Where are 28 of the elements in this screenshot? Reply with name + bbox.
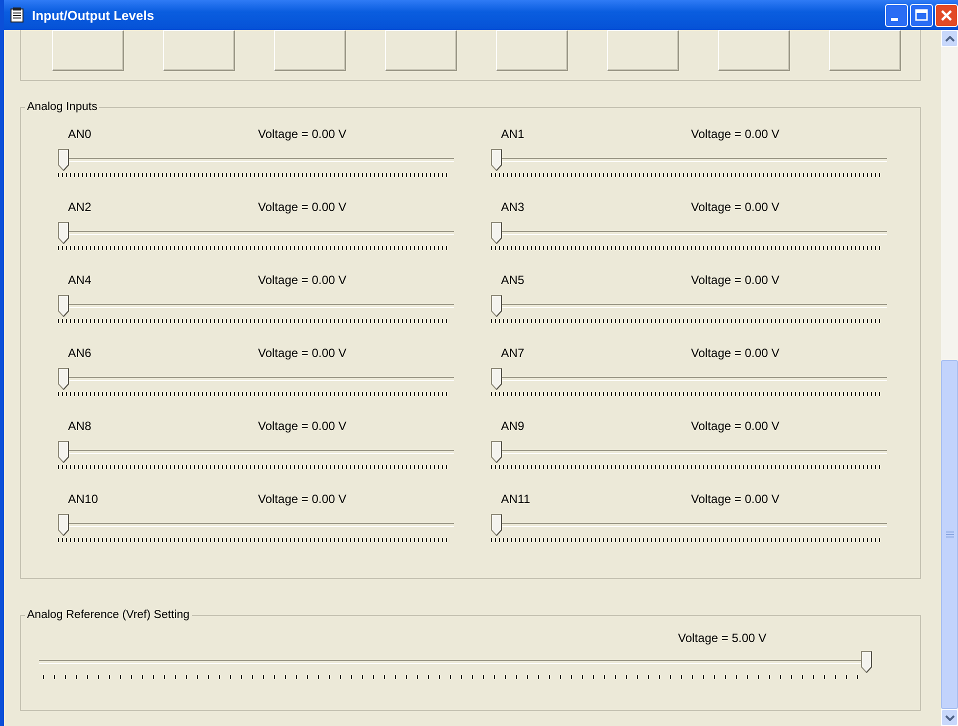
channel-label: AN2 <box>67 200 92 214</box>
voltage-reading: Voltage = 0.00 V <box>258 272 346 286</box>
channel-label: AN0 <box>67 126 92 140</box>
channel-label: AN10 <box>67 492 100 506</box>
channel-label: AN6 <box>67 346 92 360</box>
channel-label: AN8 <box>67 418 92 432</box>
voltage-reading: Voltage = 0.00 V <box>258 418 346 432</box>
channel-label: AN11 <box>500 492 532 506</box>
channel-label: AN4 <box>67 272 92 286</box>
voltage-reading: Voltage = 0.00 V <box>691 346 780 360</box>
voltage-reading: Voltage = 0.00 V <box>258 346 346 360</box>
voltage-reading: Voltage = 0.00 V <box>691 200 780 214</box>
voltage-reading: Voltage = 0.00 V <box>691 126 780 140</box>
group-title: Analog Reference (Vref) Setting <box>26 609 191 621</box>
channel-label: AN1 <box>500 126 526 140</box>
voltage-reading: Voltage = 0.00 V <box>258 492 346 506</box>
voltage-reading: Voltage = 0.00 V <box>691 492 780 506</box>
channel-label: AN5 <box>500 272 526 286</box>
voltage-reading: Voltage = 0.00 V <box>691 272 780 286</box>
window-title: Input/Output Levels <box>32 8 154 22</box>
voltage-reading: Voltage = 0.00 V <box>258 200 346 214</box>
group-title: Analog Inputs <box>26 101 98 113</box>
channel-label: AN9 <box>500 418 526 432</box>
channel-label: AN3 <box>500 200 526 214</box>
voltage-reading: Voltage = 5.00 V <box>678 631 766 645</box>
voltage-reading: Voltage = 0.00 V <box>691 418 780 432</box>
channel-label: AN7 <box>500 346 526 360</box>
voltage-reading: Voltage = 0.00 V <box>258 126 346 140</box>
